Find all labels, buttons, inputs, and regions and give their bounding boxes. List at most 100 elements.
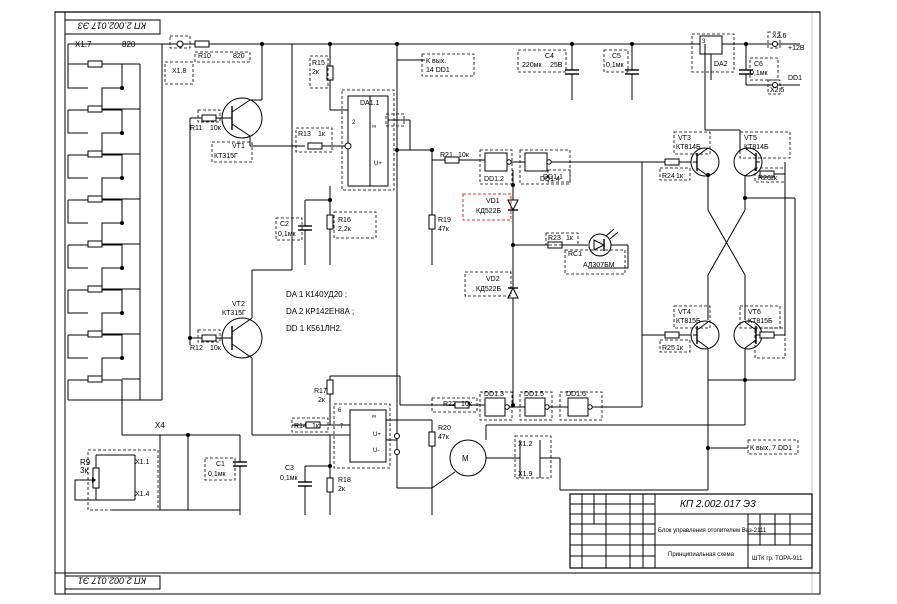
svg-text:R23: R23 — [548, 235, 561, 242]
svg-text:2,2к: 2,2к — [338, 226, 352, 233]
svg-text:DA2: DA2 — [714, 61, 728, 68]
svg-text:R16: R16 — [338, 217, 351, 224]
opamp-da1-1: DA1.1 ∞ 2 U+ — [341, 89, 395, 191]
note-da1: DA 1 К140УД20 ; — [286, 290, 347, 299]
org-text: ШТК гр. ТОРА-911 — [752, 556, 803, 562]
svg-text:R15: R15 — [312, 60, 325, 67]
svg-text:R14: R14 — [294, 423, 307, 430]
svg-text:3к: 3к — [80, 466, 88, 475]
svg-text:1к: 1к — [566, 235, 574, 242]
svg-text:R13: R13 — [298, 131, 311, 138]
doc-name-text: Принципиальная схема — [668, 552, 735, 558]
svg-text:К вых. 7 DD1: К вых. 7 DD1 — [750, 445, 792, 452]
svg-text:КТ814Б: КТ814Б — [676, 144, 701, 151]
svg-text:С3: С3 — [285, 465, 294, 472]
svg-text:220мк: 220мк — [522, 62, 542, 69]
svg-text:10к: 10к — [458, 152, 470, 159]
svg-text:0,1мк: 0,1мк — [280, 475, 299, 482]
top-stamp: КП 2.002.017 Э3 — [64, 19, 161, 35]
svg-text:АЛ307БМ: АЛ307БМ — [583, 262, 615, 269]
svg-text:1к: 1к — [676, 173, 684, 180]
svg-text:∞: ∞ — [372, 124, 376, 130]
svg-text:1к: 1к — [676, 345, 684, 352]
svg-text:КД522Б: КД522Б — [476, 208, 501, 215]
svg-text:DD1: DD1 — [788, 75, 802, 82]
svg-text:КТ815Б: КТ815Б — [748, 318, 773, 325]
svg-text:R21: R21 — [440, 152, 453, 159]
product-name-text: Блок управления отопителем Ваз-2111 — [658, 528, 767, 534]
svg-text:R26: R26 — [758, 175, 771, 182]
svg-text:КТ814Б: КТ814Б — [744, 144, 769, 151]
title-block: КП 2.002.017 Э3 Блок управления отопител… — [569, 493, 813, 569]
svg-text:DA1.1: DA1.1 — [360, 100, 380, 107]
svg-text:С2: С2 — [280, 221, 289, 228]
svg-text:R25: R25 — [662, 345, 675, 352]
svg-text:КТ815Б: КТ815Б — [676, 318, 701, 325]
svg-text:25В: 25В — [550, 62, 563, 69]
top-stamp-text: КП 2.002.017 Э3 — [78, 21, 146, 31]
x1-8-label: 820 — [122, 40, 136, 49]
svg-text:RC1: RC1 — [568, 251, 582, 258]
svg-text:VD1: VD1 — [486, 198, 500, 205]
svg-text:С4: С4 — [545, 53, 554, 60]
svg-text:0,1мк: 0,1мк — [606, 62, 625, 69]
x1-7-label: X1.7 — [75, 40, 92, 49]
svg-text:R11: R11 — [190, 125, 202, 132]
svg-text:X1.8: X1.8 — [172, 68, 187, 75]
schematic-canvas: КП 2.002.017 Э3 КП 2.002.017 Э1 X1.7 820 — [54, 11, 821, 595]
svg-text:1к: 1к — [318, 131, 326, 138]
svg-text:К вых.: К вых. — [426, 58, 446, 65]
svg-text:+12В: +12В — [788, 45, 805, 52]
svg-text:С5: С5 — [612, 53, 621, 60]
svg-text:R12: R12 — [190, 345, 203, 352]
note-da2: DA 2 КР142ЕН8А ; — [286, 307, 354, 316]
svg-text:R18: R18 — [338, 477, 351, 484]
x1-1-label: X1.1 — [135, 459, 150, 466]
svg-text:U+: U+ — [373, 432, 381, 438]
svg-text:10к: 10к — [210, 125, 222, 132]
svg-text:DD1.2: DD1.2 — [484, 176, 504, 183]
svg-text:VT4: VT4 — [678, 309, 691, 316]
bottom-stamp-text: КП 2.002.017 Э1 — [78, 576, 146, 586]
svg-text:С6: С6 — [754, 61, 763, 68]
svg-text:0,1мк: 0,1мк — [750, 70, 769, 77]
svg-text:R10: R10 — [198, 53, 211, 60]
svg-text:КТ315Г: КТ315Г — [214, 153, 238, 160]
svg-text:0,1мк: 0,1мк — [278, 231, 297, 238]
svg-text:VT2: VT2 — [232, 301, 245, 308]
svg-text:R17: R17 — [314, 388, 327, 395]
svg-text:DD1.1: DD1.1 — [543, 174, 563, 181]
svg-text:2к: 2к — [338, 486, 346, 493]
svg-text:VT3: VT3 — [678, 135, 691, 142]
x4-label: X4 — [155, 421, 165, 430]
svg-text:R19: R19 — [438, 217, 451, 224]
svg-text:47к: 47к — [438, 434, 450, 441]
note-dd1: DD 1 К561ЛН2. — [286, 324, 342, 333]
svg-text:X2.6: X2.6 — [772, 33, 787, 40]
svg-text:КТ315Г: КТ315Г — [222, 310, 246, 317]
svg-text:X2.5: X2.5 — [770, 87, 785, 94]
svg-text:U-: U- — [373, 448, 379, 454]
schematic-sheet: КП 2.002.017 Э3 КП 2.002.017 Э1 X1.7 820 — [0, 0, 897, 599]
x1-4-label: X1.4 — [135, 491, 150, 498]
svg-text:VT6: VT6 — [748, 309, 761, 316]
svg-text:VT5: VT5 — [744, 135, 757, 142]
svg-text:M: M — [462, 454, 469, 463]
svg-text:R20: R20 — [438, 425, 451, 432]
svg-text:1к: 1к — [312, 423, 320, 430]
svg-text:1к: 1к — [770, 175, 778, 182]
svg-text:14 DD1: 14 DD1 — [426, 67, 450, 74]
svg-text:47к: 47к — [438, 226, 450, 233]
svg-text:10к: 10к — [210, 345, 222, 352]
svg-text:R24: R24 — [662, 173, 675, 180]
svg-text:R22: R22 — [443, 401, 456, 408]
svg-text:КД522Б: КД522Б — [476, 286, 501, 293]
svg-text:2к: 2к — [312, 69, 320, 76]
svg-text:С1: С1 — [216, 461, 225, 468]
svg-text:∞: ∞ — [372, 414, 376, 420]
designation-text: КП 2.002.017 Э3 — [680, 499, 756, 510]
svg-text:VT1: VT1 — [232, 143, 245, 150]
svg-text:VD2: VD2 — [486, 276, 500, 283]
svg-text:820: 820 — [233, 53, 245, 60]
svg-text:2к: 2к — [318, 397, 326, 404]
